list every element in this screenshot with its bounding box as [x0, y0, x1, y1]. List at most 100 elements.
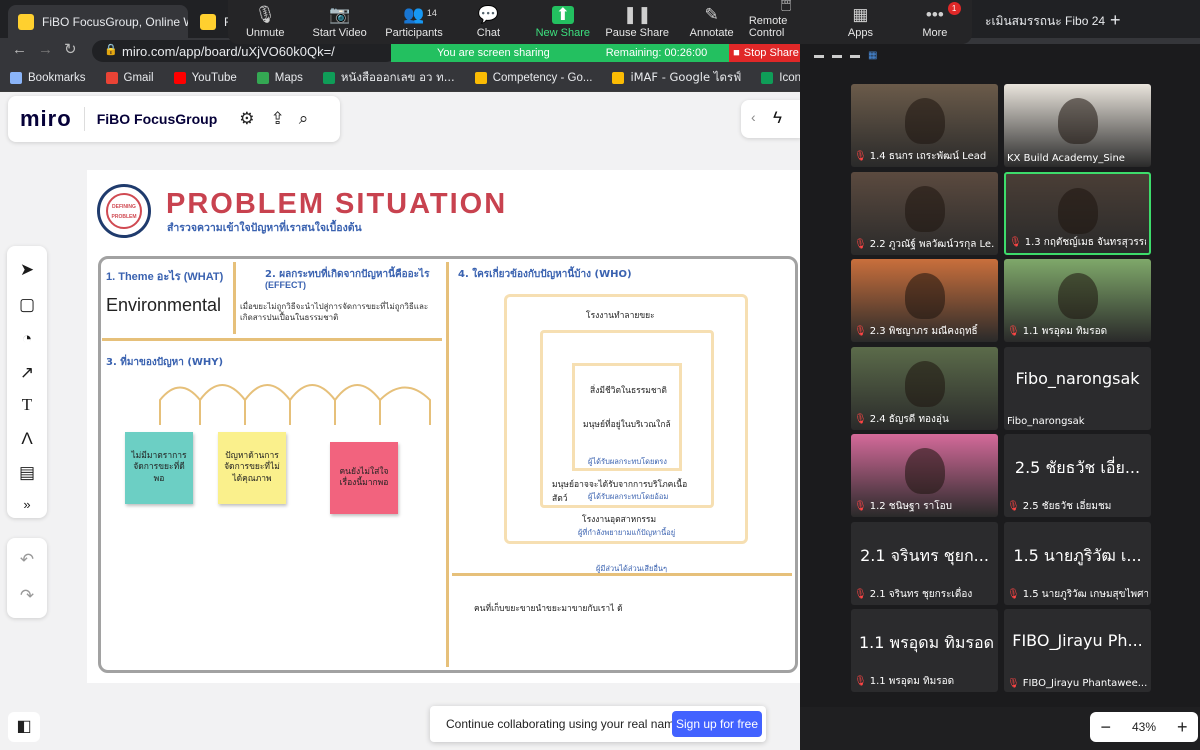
maps-icon	[256, 71, 269, 84]
participant-tile[interactable]: 🎙 1.3 กฤตัชญ์เมธ จันทรสุวรรณ	[1004, 171, 1151, 255]
pause-share-button[interactable]: ❚❚ Pause Share	[600, 0, 674, 44]
chat-button[interactable]: 💬 Chat	[451, 0, 525, 44]
participant-display-name: FIBO_Jirayu Ph...	[1012, 631, 1143, 650]
participant-name: 1.2 ชนิษฐา ราโอบ	[869, 501, 953, 512]
redo-icon[interactable]: ↷	[17, 586, 37, 606]
who-inner-label[interactable]: สิ่งมีชีวิตในธรรมชาติ	[590, 383, 667, 397]
remote-control-button[interactable]: 🖱 Remote Control	[749, 0, 823, 44]
tab-title: ะเมินสมรรถนะ Fibo 24	[985, 14, 1105, 28]
toolbar-label: Annotate	[689, 27, 734, 39]
participant-name-label: 🎙 2.3 พิชญาภร มณีคงฤทธิ์	[854, 324, 995, 339]
pen-icon[interactable]: Ʌ	[17, 429, 37, 449]
signup-banner: Continue collaborating using your real n…	[430, 706, 766, 742]
gallery-view-controls[interactable]: ▬ ▬ ▬ ▦	[814, 50, 877, 61]
participant-name-label: 🎙 1.1 พรอุดม ทิมรอด	[1007, 324, 1148, 339]
participant-tile[interactable]: 🎙 1.4 ธนกร เถระพัฒน์ Lead	[851, 84, 998, 167]
participant-name-label: 🎙 2.2 ภูวณัฐ์ พลวัฒน์วรกุล Le...	[854, 237, 995, 252]
participant-name-label: 🎙 2.5 ชัยธวัช เอี่ยมชม	[1007, 499, 1148, 514]
participant-tile[interactable]: 2.1 จรินทร ชุยก... 🎙 2.1 จรินทร ชุยกระเดื่…	[851, 521, 998, 605]
zoom-level[interactable]: 43%	[1132, 720, 1156, 734]
participant-name: 1.5 นายภูริวัฒ เกษมสุขไพศาล	[1022, 588, 1148, 600]
participant-tile[interactable]: 2.5 ชัยธวัช เอี่ย... 🎙 2.5 ชัยธวัช เอี่ยมช…	[1004, 434, 1151, 517]
more-tools-icon[interactable]: »	[17, 495, 37, 515]
participants-button[interactable]: 👥 Participants 14	[377, 0, 451, 44]
apps-button[interactable]: ▦ Apps	[823, 0, 897, 44]
bookmark-item[interactable]: Gmail	[105, 71, 154, 84]
participant-tile[interactable]: 🎙 1.2 ชนิษฐา ราโอบ	[851, 434, 998, 517]
tab-third[interactable]: ะเมินสมรรถนะ Fibo 24 ✕	[975, 5, 1105, 38]
sticky-note[interactable]: คนยังไม่ใส่ใจเรื่องนี้มากพอ	[330, 442, 398, 514]
sticky-note[interactable]: ปัญหาด้านการจัดการขยะที่ไม่ได้คุณภาพ	[218, 432, 286, 504]
section-effect-text[interactable]: เมื่อขยะไม่ถูกวิธีจะนำไปสู่การจัดการขยะท…	[240, 302, 430, 324]
pause-icon: ❚❚	[622, 5, 652, 24]
who-outer-label[interactable]: โรงงานทำลายขยะ	[586, 308, 655, 322]
participant-tile[interactable]: 1.5 นายภูริวัฒ เ... 🎙 1.5 นายภูริวัฒ เกษมส…	[1004, 521, 1151, 605]
back-icon[interactable]: ←	[12, 41, 27, 58]
participant-tile[interactable]: KX Build Academy_Sine	[1004, 84, 1151, 167]
frames-panel-icon[interactable]: ◧	[8, 712, 40, 742]
forward-icon[interactable]: →	[38, 41, 53, 58]
participant-name-label: 🎙 2.4 ธัญรดี ทองอุ่น	[854, 412, 995, 427]
new-tab-icon[interactable]: +	[1110, 10, 1121, 31]
who-bottom-note[interactable]: คนที่เก็บขยะขายนำขยะมาขายกับเราไ ด้	[474, 601, 624, 615]
bookmark-item[interactable]: Competency - Go...	[474, 71, 592, 84]
participant-tile[interactable]: Fibo_narongsak Fibo_narongsak	[1004, 346, 1151, 430]
sticky-note[interactable]: ไม่มีมาตราการจัดการขยะที่ดีพอ	[125, 432, 193, 504]
bookmark-item[interactable]: Maps	[256, 71, 303, 84]
shapes-icon[interactable]: ◔	[17, 329, 37, 349]
bookmark-item[interactable]: หนังสือออกเลข อว ท...	[322, 69, 455, 87]
annotate-button[interactable]: ✎ Annotate	[674, 0, 748, 44]
participant-video	[1057, 187, 1098, 234]
stop-share-button[interactable]: ■ Stop Share	[729, 44, 803, 62]
layout-icon[interactable]: ▬	[850, 50, 860, 61]
unmute-button[interactable]: 🎙 Unmute	[228, 0, 302, 44]
zoom-gallery-view: ▬ ▬ ▬ ▦ 🎙 1.4 ธนกร เถระพัฒน์ Lead KX Build…	[800, 44, 1200, 707]
zoom-in-icon[interactable]: +	[1177, 717, 1188, 738]
tab-second[interactable]: Fi	[190, 5, 230, 38]
export-icon[interactable]: ⇪	[271, 109, 285, 129]
chevron-left-icon[interactable]: ‹	[751, 109, 756, 125]
new-share-button[interactable]: ⬆ New Share	[526, 0, 600, 44]
sticky-note-icon[interactable]: ▢	[17, 295, 37, 315]
more-button[interactable]: ••• More 1	[898, 0, 972, 44]
undo-icon[interactable]: ↶	[17, 550, 37, 570]
participant-tile[interactable]: 🎙 2.2 ภูวณัฐ์ พลวัฒน์วรกุล Le...	[851, 171, 998, 255]
arrow-line-icon[interactable]: ↗	[17, 363, 37, 383]
layout-icon[interactable]: ▬	[832, 50, 842, 61]
participant-tile[interactable]: FIBO_Jirayu Ph... 🎙 FIBO_Jirayu Phantawee.…	[1004, 609, 1151, 692]
participant-tile[interactable]: 🎙 1.1 พรอุดม ทิมรอด	[1004, 259, 1151, 342]
settings-icon[interactable]: ⚙	[239, 109, 254, 129]
tab-miro-active[interactable]: FiBO FocusGroup, Online W ✕	[8, 5, 188, 38]
who-outer2-label[interactable]: โรงงานอุตสาหกรรม	[582, 512, 656, 526]
who-ring-caption: ผู้มีส่วนได้ส่วนเสียอื่นๆ	[596, 564, 668, 573]
signup-button[interactable]: Sign up for free	[672, 711, 762, 737]
section-why-title: 3. ที่มาของปัญหา (WHY)	[106, 357, 224, 368]
participant-tile[interactable]: 1.1 พรอุดม ทิมรอด 🎙 1.1 พรอุดม ทิมรอด	[851, 609, 998, 692]
participant-display-name: 1.5 นายภูริวัฒ เ...	[1013, 545, 1142, 565]
more-icon: •••	[925, 5, 944, 24]
toolbar-label: New Share	[535, 27, 591, 39]
who-inner-label[interactable]: มนุษย์ที่อยู่ในบริเวณใกล้	[583, 417, 678, 431]
select-cursor-icon[interactable]: ➤	[17, 260, 37, 280]
participant-tile[interactable]: 🎙 2.3 พิชญาภร มณีคงฤทธิ์	[851, 259, 998, 342]
remaining-time: Remaining: 00:26:00	[605, 47, 708, 59]
text-tool-icon[interactable]: T	[17, 395, 37, 415]
miro-logo[interactable]: miro	[20, 106, 72, 132]
bookmark-item[interactable]: YouTube	[173, 71, 237, 84]
minimize-icon[interactable]: ▬	[814, 50, 824, 61]
reload-icon[interactable]: ↻	[64, 40, 77, 58]
lightning-icon[interactable]: ϟ	[773, 108, 782, 128]
participant-name-label: 🎙 1.5 นายภูริวัฒ เกษมสุขไพศาล	[1007, 587, 1148, 602]
bookmark-item[interactable]: iMAF - Google ไดรฟ์	[612, 69, 741, 87]
start-video-button[interactable]: 📷 Start Video	[302, 0, 376, 44]
board-name[interactable]: FiBO FocusGroup	[97, 111, 218, 127]
bookmark-item[interactable]: Bookmarks	[10, 71, 86, 84]
participant-name: 2.1 จรินทร ชุยกระเดื่อง	[869, 588, 973, 600]
grid-view-icon[interactable]: ▦	[868, 50, 877, 61]
section-what-value[interactable]: Environmental	[106, 295, 221, 316]
search-icon[interactable]: ⌕	[299, 109, 309, 129]
zoom-out-icon[interactable]: −	[1100, 717, 1111, 738]
participant-name: FIBO_Jirayu Phantawee...	[1022, 678, 1148, 689]
comment-icon[interactable]: ▤	[17, 463, 37, 483]
participant-tile[interactable]: 🎙 2.4 ธัญรดี ทองอุ่น	[851, 346, 998, 430]
